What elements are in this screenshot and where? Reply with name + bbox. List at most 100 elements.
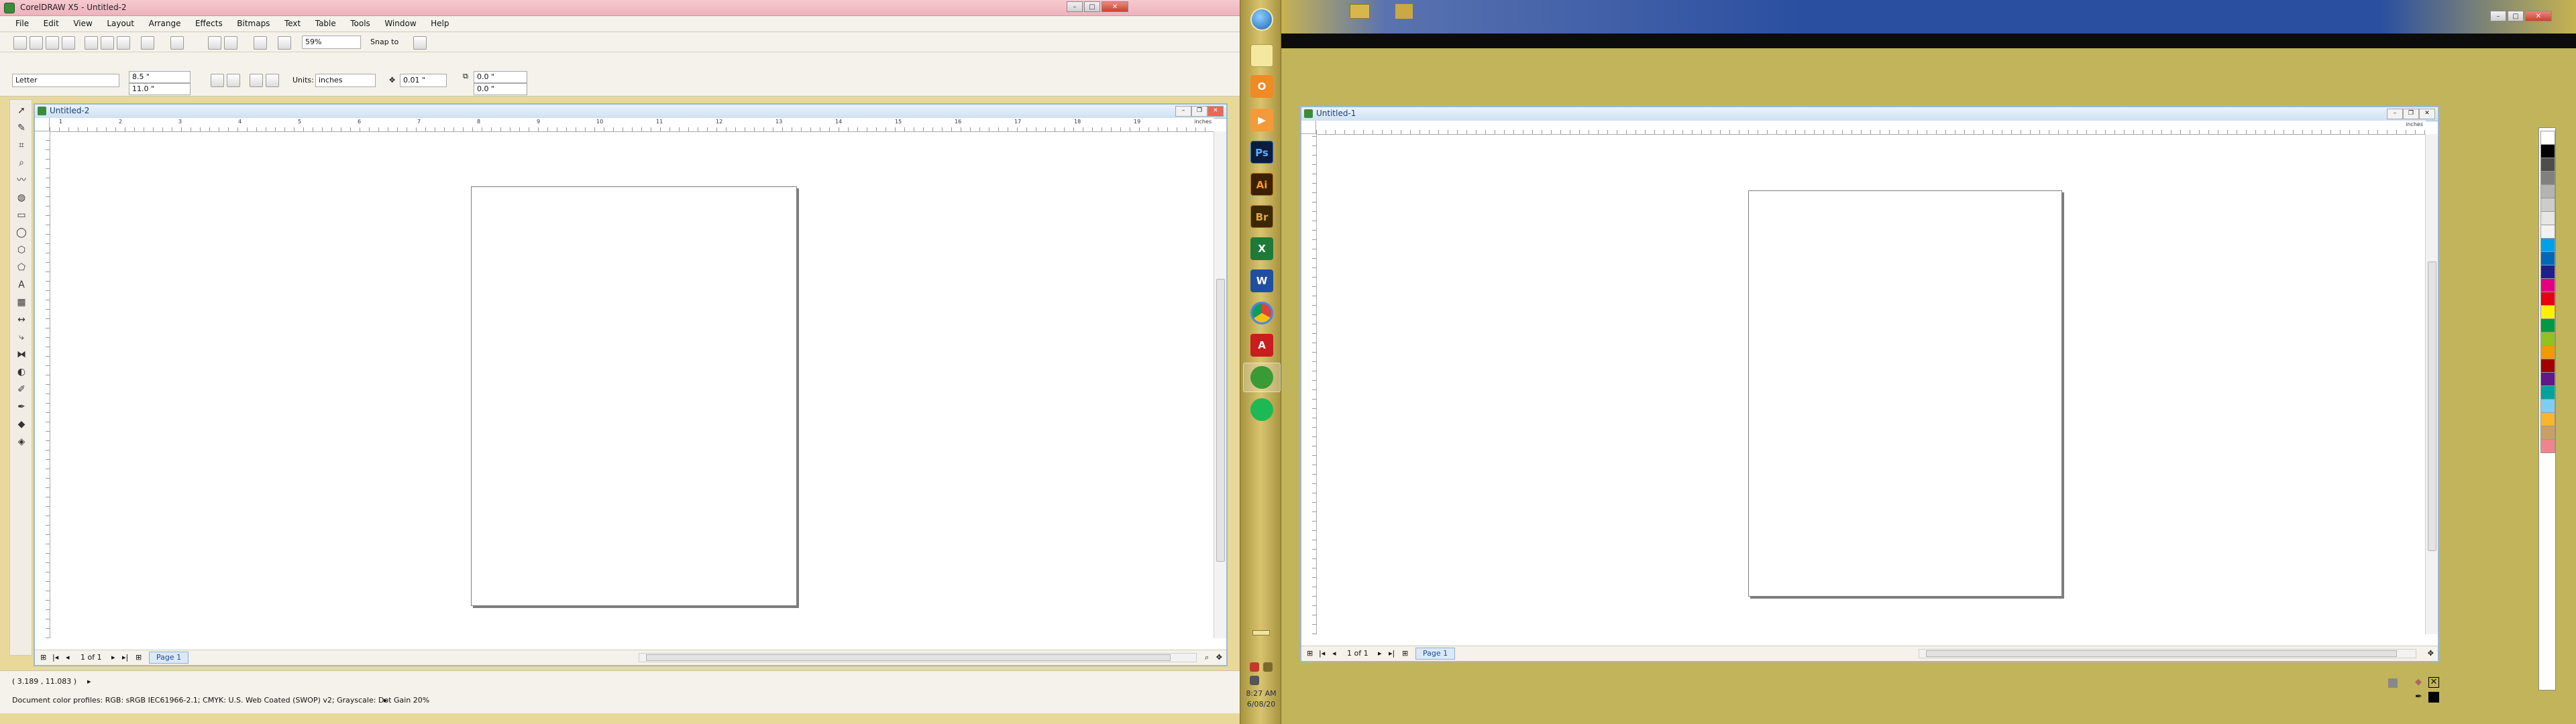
paste-icon[interactable]: [117, 36, 130, 50]
text-tool-icon[interactable]: A: [14, 278, 29, 292]
palette-swatch[interactable]: [2540, 251, 2555, 265]
ruler-origin[interactable]: [1301, 121, 1316, 134]
menu-table[interactable]: Table: [309, 16, 342, 31]
eyedropper-tool-icon[interactable]: ✐: [14, 383, 29, 396]
palette-swatch[interactable]: [2540, 211, 2555, 225]
doc-minimize-button[interactable]: –: [1175, 106, 1191, 117]
landscape-icon[interactable]: [227, 74, 240, 87]
palette-swatch[interactable]: [2540, 359, 2555, 373]
duplicate-x-field[interactable]: 0.0 ": [474, 71, 527, 83]
next-page-icon[interactable]: ▸: [1378, 649, 1382, 658]
portrait-icon[interactable]: [211, 74, 224, 87]
open-icon[interactable]: [30, 36, 43, 50]
right-close-button[interactable]: ✕: [2525, 11, 2552, 21]
new-document-icon[interactable]: [13, 36, 27, 50]
next-page-icon[interactable]: ▸: [111, 653, 115, 662]
previous-page-icon[interactable]: ◂: [66, 653, 70, 662]
photoshop-icon[interactable]: Ps: [1250, 141, 1273, 164]
menu-edit[interactable]: Edit: [38, 16, 65, 31]
windows-orb-icon[interactable]: [1250, 8, 1273, 31]
palette-swatch[interactable]: [2540, 278, 2555, 292]
tray-network-icon[interactable]: [1263, 662, 1273, 672]
menu-effects[interactable]: Effects: [189, 16, 229, 31]
duplicate-y-field[interactable]: 0.0 ": [474, 83, 527, 95]
fill-tool-icon[interactable]: ◆: [14, 418, 29, 431]
ellipse-tool-icon[interactable]: ◯: [14, 226, 29, 239]
outline-pen-icon[interactable]: ✒: [2415, 692, 2424, 702]
transparency-tool-icon[interactable]: ◐: [14, 365, 29, 379]
palette-swatch[interactable]: [2540, 318, 2555, 333]
horizontal-scroll-thumb[interactable]: [1926, 650, 2397, 657]
options-icon[interactable]: [413, 36, 427, 50]
palette-swatch[interactable]: [2540, 171, 2555, 185]
outline-color-swatch[interactable]: [2428, 692, 2439, 703]
vertical-ruler[interactable]: [1301, 134, 1317, 634]
save-icon[interactable]: [46, 36, 59, 50]
palette-swatch[interactable]: [2540, 131, 2555, 145]
redo-icon[interactable]: [170, 36, 184, 50]
no-fill-icon[interactable]: ✕: [2428, 677, 2439, 688]
page-width-field[interactable]: 8.5 ": [129, 71, 191, 83]
cut-icon[interactable]: [85, 36, 98, 50]
rectangle-tool-icon[interactable]: ▭: [14, 208, 29, 222]
drawing-page[interactable]: [471, 186, 797, 606]
menu-help[interactable]: Help: [425, 16, 455, 31]
import-icon[interactable]: [208, 36, 221, 50]
menu-layout[interactable]: Layout: [101, 16, 140, 31]
spotify-icon[interactable]: [1250, 398, 1273, 421]
palette-swatch[interactable]: [2540, 399, 2555, 413]
zoom-tool-icon[interactable]: ⌕: [14, 156, 29, 170]
add-page-after-icon[interactable]: ⊞: [1402, 649, 1408, 658]
current-page-icon[interactable]: [266, 74, 279, 87]
bridge-icon[interactable]: Br: [1250, 205, 1273, 228]
palette-swatch[interactable]: [2540, 412, 2555, 426]
palette-swatch[interactable]: [2540, 198, 2555, 212]
last-page-icon[interactable]: ▸|: [1389, 649, 1395, 658]
palette-swatch[interactable]: [2540, 144, 2555, 158]
vertical-scroll-thumb[interactable]: [2428, 261, 2436, 551]
freehand-tool-icon[interactable]: 〰: [14, 174, 29, 187]
vertical-ruler[interactable]: [35, 131, 50, 638]
vertical-scrollbar[interactable]: [1214, 131, 1226, 638]
palette-swatch[interactable]: [2540, 332, 2555, 346]
horizontal-scrollbar[interactable]: [639, 653, 1197, 662]
previous-page-icon[interactable]: ◂: [1332, 649, 1336, 658]
basic-shapes-tool-icon[interactable]: ⬠: [14, 261, 29, 274]
shape-tool-icon[interactable]: ✎: [14, 121, 29, 135]
right-window-title-bar[interactable]: – □ ✕: [1281, 0, 2576, 34]
palette-swatch[interactable]: [2540, 439, 2555, 453]
color-profiles-arrow-icon[interactable]: ▸: [384, 694, 388, 707]
horizontal-ruler[interactable]: inches: [1316, 121, 2426, 135]
media-player-icon[interactable]: ▶: [1250, 109, 1273, 131]
crop-tool-icon[interactable]: ⌗: [14, 139, 29, 152]
palette-swatch[interactable]: [2540, 225, 2555, 239]
palette-swatch[interactable]: [2540, 305, 2555, 319]
status-expand-icon[interactable]: ▸: [87, 675, 91, 688]
horizontal-ruler[interactable]: 1 2 3 4 5 6 7 8 9 10 11 12 13 14 15 16 17 18 19 inches: [50, 118, 1214, 132]
document-title-bar[interactable]: Untitled-2 – ❐ ✕: [35, 105, 1226, 119]
horizontal-scrollbar[interactable]: [1919, 649, 2416, 658]
illustrator-icon[interactable]: Ai: [1250, 173, 1273, 196]
doc-close-button[interactable]: ✕: [1208, 106, 1224, 117]
minimize-button[interactable]: –: [1067, 1, 1083, 12]
palette-swatch[interactable]: [2540, 238, 2555, 252]
clock-date[interactable]: 6/08/20: [1240, 700, 1282, 709]
clock-time[interactable]: 8:27 AM: [1240, 689, 1282, 698]
drawing-page[interactable]: [1748, 190, 2062, 597]
close-button[interactable]: ✕: [1102, 1, 1128, 12]
page-height-field[interactable]: 11.0 ": [129, 83, 191, 95]
palette-swatch[interactable]: [2540, 426, 2555, 440]
vertical-scrollbar[interactable]: [2425, 134, 2438, 634]
word-icon[interactable]: W: [1250, 269, 1273, 292]
palette-swatch[interactable]: [2540, 385, 2555, 400]
chrome-icon[interactable]: [1250, 302, 1273, 324]
application-launcher-icon[interactable]: [254, 36, 267, 50]
table-tool-icon[interactable]: ▦: [14, 296, 29, 309]
zoom-one-shot-icon[interactable]: ⌕: [1205, 653, 1209, 662]
document-color-profiles[interactable]: Document color profiles: RGB: sRGB IEC61…: [12, 694, 429, 707]
vertical-scroll-thumb[interactable]: [1216, 279, 1225, 562]
units-dropdown[interactable]: inches: [315, 74, 376, 87]
horizontal-scroll-thumb[interactable]: [646, 654, 1171, 661]
menu-file[interactable]: File: [9, 16, 35, 31]
excel-icon[interactable]: X: [1250, 237, 1273, 260]
